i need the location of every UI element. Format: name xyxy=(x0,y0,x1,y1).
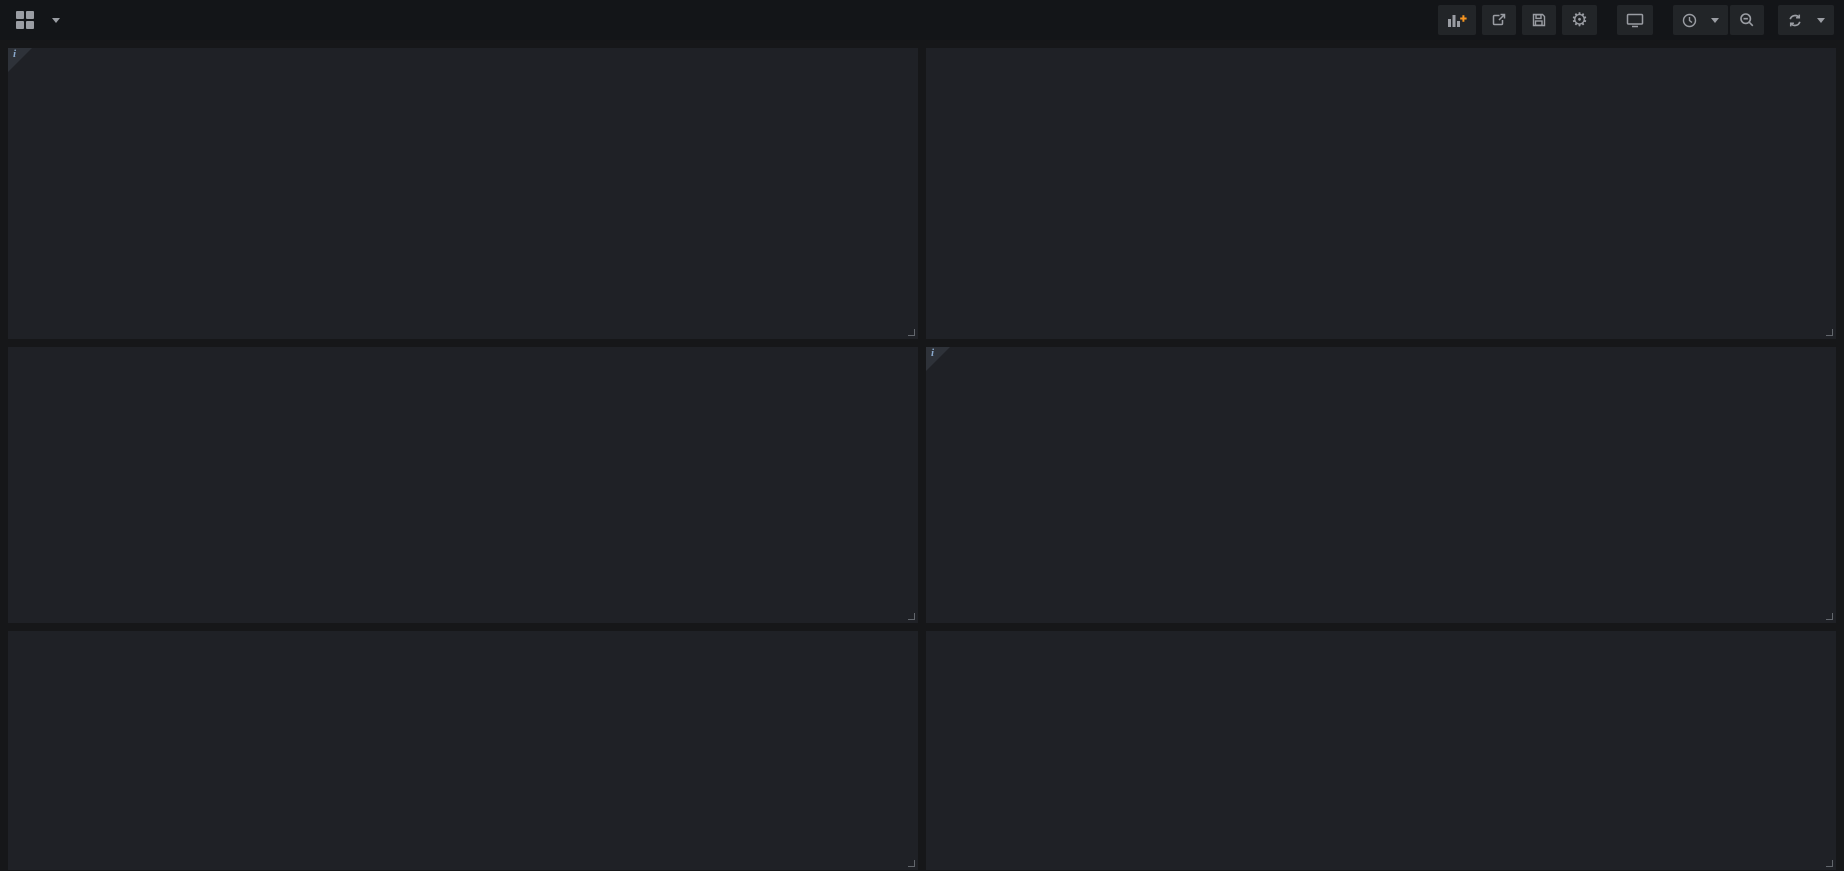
settings-button[interactable] xyxy=(1562,5,1597,35)
panel-resize-handle[interactable] xyxy=(1826,329,1833,336)
dashboard-grid xyxy=(0,40,1844,871)
chart-canvas xyxy=(926,373,1226,523)
time-range-button[interactable] xyxy=(1673,5,1728,35)
chart-canvas xyxy=(926,74,1226,224)
panel-title[interactable] xyxy=(926,631,1836,657)
chart-legend xyxy=(926,850,1836,870)
refresh-icon xyxy=(1787,13,1803,28)
panel-info-icon[interactable] xyxy=(8,48,32,72)
bar-chart-plus-icon xyxy=(1447,12,1467,28)
zoom-out-button[interactable] xyxy=(1730,5,1764,35)
navbar xyxy=(0,0,1844,40)
dashboard-grid-icon[interactable] xyxy=(16,11,34,29)
panel-response-time xyxy=(926,48,1836,339)
panel-resize-handle[interactable] xyxy=(1826,860,1833,867)
magnifier-minus-icon xyxy=(1739,12,1755,28)
panel-title[interactable] xyxy=(926,48,1836,74)
chart-canvas xyxy=(8,657,308,807)
chart-legend xyxy=(8,603,918,623)
add-panel-button[interactable] xyxy=(1438,5,1476,35)
chart-legend xyxy=(926,603,1836,623)
refresh-button[interactable] xyxy=(1778,5,1834,35)
chart-legend xyxy=(8,850,918,870)
cycle-view-button[interactable] xyxy=(1617,5,1653,35)
gauge-row xyxy=(8,74,918,339)
panel-resize-handle[interactable] xyxy=(908,329,915,336)
chart-canvas xyxy=(8,373,308,523)
save-button[interactable] xyxy=(1522,5,1556,35)
panel-successful-results xyxy=(8,631,918,870)
panel-resize-handle[interactable] xyxy=(1826,613,1833,620)
chart-canvas xyxy=(926,657,1226,807)
panel-unsuccessful-results xyxy=(926,631,1836,870)
panel-resize-handle[interactable] xyxy=(908,613,915,620)
panel-title[interactable] xyxy=(8,347,918,373)
chart-legend xyxy=(926,319,1836,339)
share-icon xyxy=(1491,12,1507,28)
panel-title[interactable] xyxy=(926,347,1836,373)
panel-title[interactable] xyxy=(8,631,918,657)
chevron-down-icon[interactable] xyxy=(52,18,60,23)
chevron-down-icon xyxy=(1711,18,1719,23)
share-button[interactable] xyxy=(1482,5,1516,35)
panel-title[interactable] xyxy=(8,48,918,74)
panel-success-rate-gauges xyxy=(8,48,918,339)
save-icon xyxy=(1531,12,1547,28)
chevron-down-icon xyxy=(1817,18,1825,23)
panel-resize-handle[interactable] xyxy=(908,860,915,867)
panel-total-results xyxy=(926,347,1836,623)
panel-success-rate-graph xyxy=(8,347,918,623)
gear-icon xyxy=(1571,11,1588,30)
panel-info-icon[interactable] xyxy=(926,347,950,371)
monitor-icon xyxy=(1626,12,1644,28)
clock-icon xyxy=(1682,13,1697,28)
